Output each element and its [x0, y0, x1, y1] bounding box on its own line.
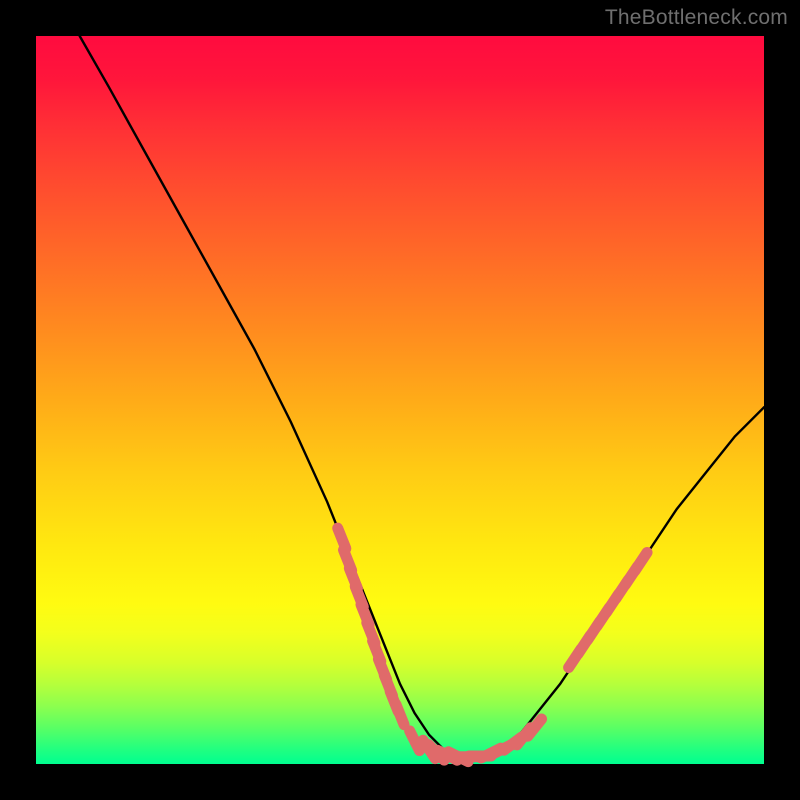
chart-svg — [36, 36, 764, 764]
bottleneck-curve — [80, 36, 764, 757]
chart-frame: TheBottleneck.com — [0, 0, 800, 800]
marker-dash — [396, 704, 404, 724]
marker-dash — [635, 552, 647, 570]
plot-area — [36, 36, 764, 764]
watermark-text: TheBottleneck.com — [605, 6, 788, 30]
